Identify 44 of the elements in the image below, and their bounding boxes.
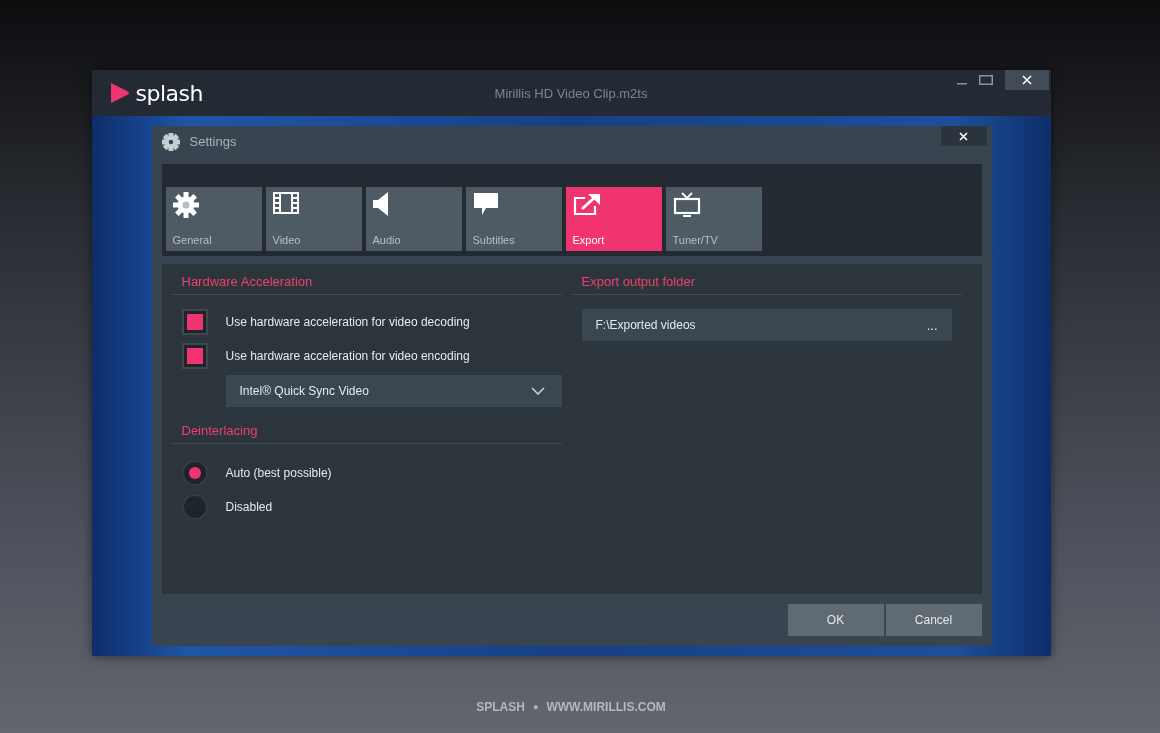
footer-separator: ●: [532, 702, 539, 712]
tab[interactable]: Export: [565, 187, 662, 251]
speaker-icon: [372, 192, 389, 216]
radio-button[interactable]: [181, 460, 208, 486]
film-icon: [272, 192, 299, 214]
settings-icon: [161, 132, 180, 151]
cancel-button[interactable]: Cancel: [885, 604, 982, 636]
gear-icon: [172, 192, 199, 218]
footer-link[interactable]: WWW.MIRILLIS.COM: [546, 700, 666, 714]
section-heading: Export output folder: [571, 274, 962, 295]
folder-path: F:\Exported videos: [595, 318, 696, 332]
minimize-icon: [956, 83, 967, 85]
dropdown-value: Intel® Quick Sync Video: [239, 384, 369, 398]
close-button[interactable]: [940, 126, 987, 146]
speech-bubble-icon: [472, 192, 499, 216]
section-heading: Hardware Acceleration: [171, 274, 562, 295]
checkbox-label: Use hardware acceleration for video decoding: [225, 315, 470, 329]
footer-brand: SPLASH: [476, 700, 525, 714]
tab[interactable]: Video: [265, 187, 362, 251]
close-icon: [1021, 75, 1032, 85]
tab[interactable]: General: [165, 187, 262, 251]
radio-label: Disabled: [225, 500, 273, 514]
tab[interactable]: Audio: [365, 187, 462, 251]
export-icon: [572, 192, 601, 216]
checkbox[interactable]: [181, 309, 208, 335]
checkbox-label: Use hardware acceleration for video encoding: [225, 349, 470, 363]
section-heading: Deinterlacing: [171, 423, 562, 444]
radio-button[interactable]: [181, 494, 208, 520]
tab[interactable]: Subtitles: [465, 187, 562, 251]
folder-field[interactable]: F:\Exported videos ...: [581, 309, 952, 341]
checkbox[interactable]: [181, 343, 208, 369]
window-title: Mirillis HD Video Clip.m2ts: [494, 85, 648, 101]
app-logo: splash: [135, 80, 203, 106]
close-icon: [959, 131, 968, 141]
tab[interactable]: Tuner/TV: [665, 187, 762, 251]
maximize-icon: [978, 75, 993, 85]
dialog-title: Settings: [189, 134, 237, 149]
chevron-down-icon: [530, 387, 545, 395]
radio-label: Auto (best possible): [225, 466, 332, 480]
tv-icon: [672, 192, 701, 218]
close-button[interactable]: [1004, 70, 1049, 90]
encoder-dropdown[interactable]: Intel® Quick Sync Video: [225, 375, 562, 407]
browse-button[interactable]: ...: [926, 317, 938, 333]
ok-button[interactable]: OK: [787, 604, 884, 636]
